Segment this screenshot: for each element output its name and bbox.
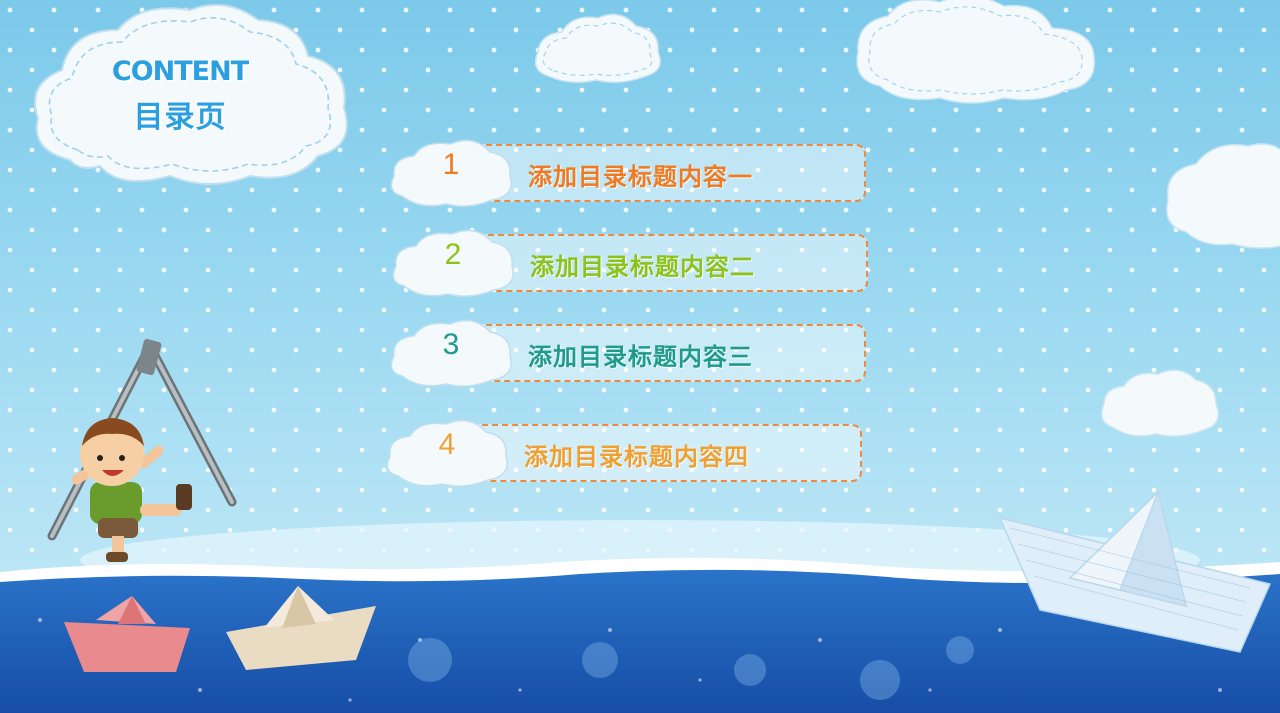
toc-item-2[interactable]: 2 添加目录标题内容二 (390, 228, 890, 298)
toc-label: 添加目录标题内容一 (528, 163, 753, 191)
toc-number: 1 (442, 148, 460, 181)
toc-number: 3 (442, 328, 460, 361)
page-title: 目录页 (133, 100, 227, 135)
toc-label: 添加目录标题内容三 (528, 343, 753, 371)
toc-item-3[interactable]: 3 添加目录标题内容三 (388, 318, 888, 388)
toc-label: 添加目录标题内容四 (524, 443, 749, 471)
content-heading: CONTENT (111, 56, 249, 87)
toc-label: 添加目录标题内容二 (530, 253, 755, 281)
slide-canvas: CONTENT 目录页 1 添加目录标题内容一 2 添加目录标题内容二 3 添加… (0, 0, 1280, 713)
toc-item-4[interactable]: 4 添加目录标题内容四 (384, 418, 884, 488)
toc-number: 4 (438, 428, 456, 461)
toc-number: 2 (444, 238, 462, 271)
toc-item-1[interactable]: 1 添加目录标题内容一 (388, 138, 888, 208)
